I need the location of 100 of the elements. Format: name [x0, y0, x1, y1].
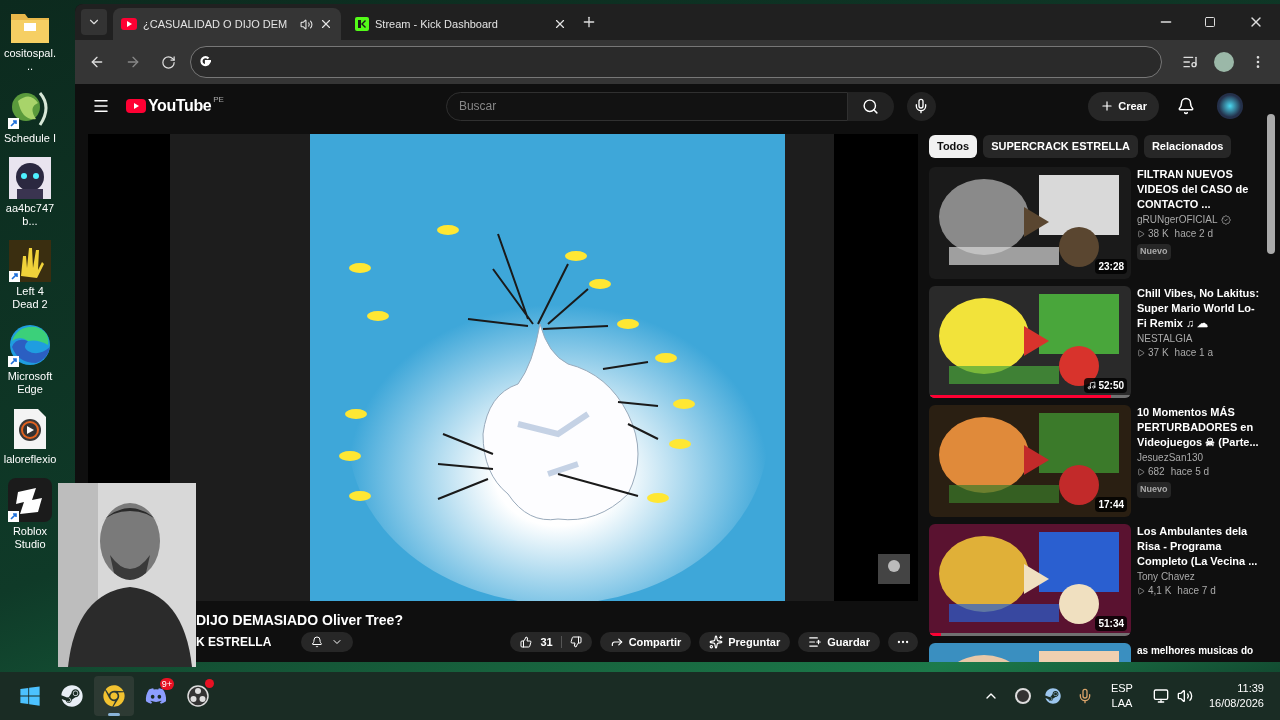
browser-tab[interactable]: ¿CASUALIDAD O DIJO DEM: [113, 8, 341, 40]
new-label: Nuevo: [1137, 482, 1171, 498]
tab-list-button[interactable]: [81, 9, 107, 35]
tab-title: ¿CASUALIDAD O DIJO DEM: [143, 16, 289, 32]
views-icon: [1137, 349, 1145, 357]
duration-label: 17:44: [1095, 497, 1127, 512]
language-code[interactable]: ESP: [1110, 681, 1133, 696]
clock-time[interactable]: 11:39: [1237, 681, 1264, 696]
like-icon[interactable]: [520, 636, 533, 648]
search-button[interactable]: [847, 91, 894, 121]
views-count: 37 K: [1148, 346, 1169, 360]
region-code: PE: [213, 94, 224, 106]
account-avatar[interactable]: [1217, 93, 1243, 119]
volume-icon[interactable]: [1176, 688, 1193, 704]
logo-text: YouTube: [148, 96, 212, 116]
create-button[interactable]: Crear: [1088, 91, 1159, 121]
recorder-tray-icon[interactable]: [1014, 688, 1031, 704]
scrollbar[interactable]: [1267, 114, 1275, 254]
browser-icon[interactable]: [8, 323, 52, 367]
like-dislike-pill[interactable]: 31: [510, 632, 592, 652]
search-icon: [862, 97, 880, 115]
hand-icon[interactable]: [9, 240, 51, 282]
notification-count: 9+: [159, 678, 174, 690]
menu-icon[interactable]: [92, 97, 110, 115]
duration-label: 52:50: [1084, 378, 1127, 393]
taskbar-app[interactable]: 9+: [136, 676, 176, 716]
clock-date[interactable]: 16/08/2026: [1208, 696, 1264, 711]
channel-name[interactable]: JesuezSan130: [1137, 451, 1204, 465]
reload-icon[interactable]: [161, 54, 176, 70]
desktop-icon-label[interactable]: cositospal...: [3, 47, 57, 73]
views-count: 4,1 K: [1148, 584, 1172, 598]
avatar-image-icon[interactable]: [9, 157, 51, 199]
subscription-bell-button[interactable]: [301, 632, 354, 652]
close-icon[interactable]: [553, 17, 567, 31]
views-count: 38 K: [1148, 227, 1169, 241]
upload-age: hace 1 a: [1174, 346, 1213, 360]
search-field[interactable]: Buscar: [445, 91, 848, 121]
views-icon: [1137, 230, 1145, 238]
desktop-icon-label[interactable]: Schedule I: [3, 132, 57, 145]
close-icon[interactable]: [319, 17, 333, 31]
desktop-icon-label[interactable]: Left 4 Dead 2: [3, 285, 57, 311]
video-title[interactable]: as melhores musicas do: [1137, 643, 1261, 658]
channel-name[interactable]: Tony Chavez: [1137, 570, 1195, 584]
filter-chip[interactable]: Todos: [929, 135, 978, 158]
video-title[interactable]: Chill Vibes, No Lakitus: Super Mario World Lo-Fi Remix ♫ ☁: [1137, 286, 1261, 331]
upload-age: hace 2 d: [1174, 227, 1213, 241]
profile-avatar[interactable]: [1214, 52, 1234, 72]
duration-label: 51:34: [1095, 616, 1127, 631]
views-icon: [1137, 468, 1145, 476]
kick-logo-icon: [355, 17, 369, 31]
dislike-icon[interactable]: [569, 636, 582, 648]
channel-name[interactable]: K ESTRELLA: [196, 633, 272, 651]
game-launcher-tray-icon[interactable]: [1044, 688, 1061, 704]
channel-name[interactable]: NESTALGIA: [1137, 332, 1193, 346]
start-icon: [19, 685, 41, 707]
views-icon: [1137, 587, 1145, 595]
network-icon[interactable]: [1152, 688, 1169, 704]
upload-age: hace 5 d: [1170, 465, 1210, 479]
desktop-icon-label[interactable]: Microsoft Edge: [3, 370, 57, 396]
browser-icon: [103, 685, 125, 707]
video-play-icon: [121, 18, 137, 30]
new-label: Nuevo: [1137, 244, 1171, 260]
browser-tab[interactable]: Stream - Kick Dashboard: [347, 8, 575, 40]
video-title[interactable]: FILTRAN NUEVOS VIDEOS del CASO de CONTACTO ...: [1137, 167, 1261, 212]
desktop-icon-label[interactable]: aa4bc747b...: [3, 202, 57, 228]
recorder-icon: [187, 685, 209, 707]
tab-title: Stream - Kick Dashboard: [375, 16, 499, 32]
address-bar[interactable]: [190, 46, 1162, 78]
forward-icon[interactable]: [125, 54, 141, 70]
filter-chip[interactable]: Relacionados: [1143, 135, 1232, 158]
back-icon[interactable]: [89, 54, 105, 70]
action-button[interactable]: Guardar: [798, 632, 880, 652]
desktop-icon-label[interactable]: Roblox Studio: [3, 525, 57, 551]
filter-chip[interactable]: SUPERCRACK ESTRELLA: [983, 135, 1138, 158]
new-tab-icon[interactable]: [581, 14, 597, 30]
video-title: DIJO DEMASIADO Oliver Tree?: [196, 611, 404, 629]
upload-age: hace 7 d: [1177, 584, 1216, 598]
desktop-icon-label[interactable]: laloreflexio: [3, 453, 57, 466]
views-count: 682: [1148, 465, 1165, 479]
voice-search-button[interactable]: [906, 91, 936, 121]
media-file-icon[interactable]: [12, 408, 48, 450]
bell-icon: [311, 636, 324, 648]
channel-name[interactable]: gRUNgerOFICIAL: [1137, 213, 1218, 227]
action-button[interactable]: Preguntar: [699, 632, 791, 652]
keyboard-layout[interactable]: LAA: [1111, 696, 1133, 711]
video-title[interactable]: Los Ambulantes dela Risa - Programa Completo (La Vecina ...: [1137, 524, 1261, 569]
action-button[interactable]: Compartir: [599, 632, 692, 652]
notifications-icon[interactable]: [1177, 97, 1195, 115]
search-engine-icon: [199, 55, 213, 69]
roblox-studio-icon[interactable]: [8, 478, 52, 522]
active-indicator: [108, 713, 120, 716]
play-logo-icon: [126, 99, 146, 113]
video-title[interactable]: 10 Momentos MÁS PERTURBADORES en Videojuegos ☠ (Parte...: [1137, 405, 1261, 450]
sparkle-icon: [709, 635, 724, 649]
plus-icon: [1100, 99, 1115, 113]
duration-label: 23:28: [1095, 259, 1127, 274]
maximize-icon[interactable]: [1204, 16, 1216, 28]
media-controls-icon[interactable]: [1182, 54, 1198, 70]
taskbar-app[interactable]: [94, 676, 134, 716]
save-list-icon: [808, 635, 823, 649]
